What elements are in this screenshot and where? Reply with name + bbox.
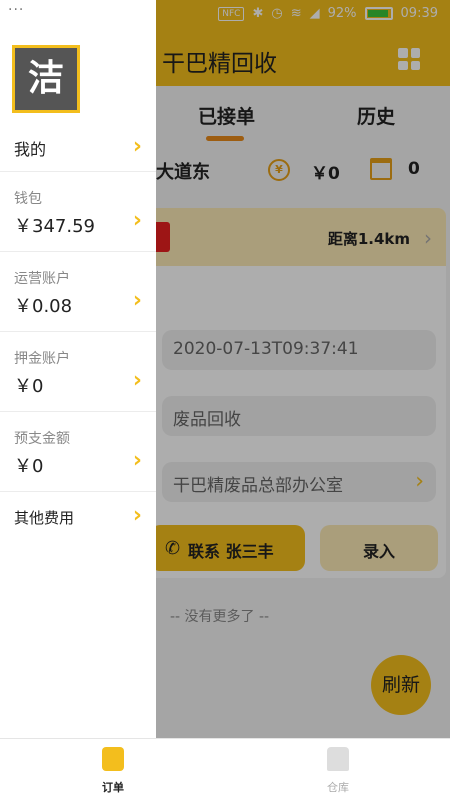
bottom-tab-bar: 订单 仓库: [0, 738, 450, 800]
drawer-item-value: ￥0: [14, 376, 44, 397]
chevron-right-icon: ›: [132, 208, 142, 233]
chevron-right-icon: ›: [132, 288, 142, 313]
tab-orders-label: 订单: [102, 781, 124, 794]
tab-warehouse[interactable]: 仓库: [308, 747, 368, 795]
drawer-item-label: 预支金额: [14, 431, 70, 447]
drawer-item-deposit-account[interactable]: 押金账户 ￥0 ›: [0, 332, 156, 412]
chevron-right-icon: ›: [132, 503, 142, 528]
drawer-item-label: 钱包: [14, 191, 42, 207]
drawer-item-label: 押金账户: [14, 351, 70, 367]
drawer-item-advance-amount[interactable]: 预支金额 ￥0 ›: [0, 412, 156, 492]
drawer-item-label: 其他费用: [14, 509, 75, 527]
drawer-item-label: 我的: [14, 140, 47, 159]
drawer-item-mine[interactable]: 我的 ›: [0, 124, 156, 172]
chevron-right-icon: ›: [132, 368, 142, 393]
drawer-item-other-fees[interactable]: 其他费用 ›: [0, 492, 156, 542]
side-drawer: ··· 洁 我的 › 钱包 ￥347.59 › 运营账户 ￥0.08 › 押金账…: [0, 0, 156, 738]
avatar[interactable]: 洁: [12, 45, 80, 113]
tab-orders[interactable]: 订单: [83, 747, 143, 795]
orders-icon: [102, 747, 124, 771]
drawer-item-operating-account[interactable]: 运营账户 ￥0.08 ›: [0, 252, 156, 332]
drawer-item-wallet[interactable]: 钱包 ￥347.59 ›: [0, 172, 156, 252]
tab-warehouse-label: 仓库: [327, 781, 349, 794]
chevron-right-icon: ›: [132, 134, 142, 159]
drawer-item-value: ￥347.59: [14, 216, 95, 237]
warehouse-icon: [327, 747, 349, 771]
chevron-right-icon: ›: [132, 448, 142, 473]
more-dots-icon: ···: [8, 2, 25, 18]
drawer-item-value: ￥0: [14, 456, 44, 477]
drawer-item-value: ￥0.08: [14, 296, 73, 317]
drawer-item-label: 运营账户: [14, 271, 70, 287]
